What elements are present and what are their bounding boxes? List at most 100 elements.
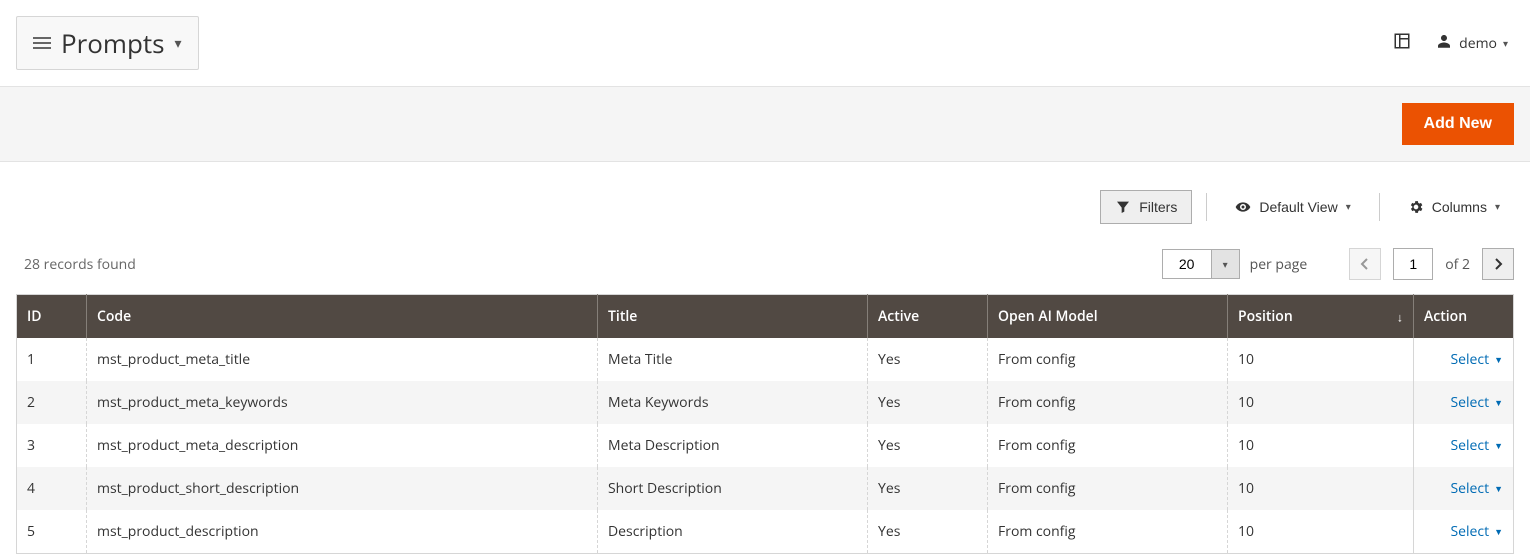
- prev-page-button[interactable]: [1349, 248, 1381, 280]
- page-size-wrap: ▾ per page: [1162, 249, 1338, 279]
- cell-title: Meta Title: [598, 338, 868, 381]
- cell-code: mst_product_meta_description: [87, 424, 598, 467]
- default-view-button[interactable]: Default View ▾: [1221, 191, 1364, 223]
- header-right: demo ▾: [1393, 32, 1508, 55]
- cell-position: 10: [1228, 424, 1414, 467]
- col-header-action: Action: [1414, 295, 1514, 339]
- cell-id: 5: [17, 510, 87, 554]
- cell-id: 3: [17, 424, 87, 467]
- cell-active: Yes: [868, 381, 988, 424]
- chevron-down-icon: ▾: [1495, 202, 1500, 213]
- user-icon: [1435, 32, 1453, 55]
- header-row: ID Code Title Active Open AI Model Posit…: [17, 295, 1514, 339]
- cell-model: From config: [988, 467, 1228, 510]
- cell-action: Select ▼: [1414, 510, 1514, 554]
- col-header-model[interactable]: Open AI Model: [988, 295, 1228, 339]
- table-row[interactable]: 4mst_product_short_descriptionShort Desc…: [17, 467, 1514, 510]
- eye-icon: [1235, 199, 1251, 215]
- page-size-input[interactable]: [1163, 250, 1211, 278]
- columns-button[interactable]: Columns ▾: [1394, 191, 1514, 223]
- cell-position: 10: [1228, 510, 1414, 554]
- layout-icon[interactable]: [1393, 32, 1411, 55]
- filters-button[interactable]: Filters: [1100, 190, 1192, 224]
- grid-toolbar: Filters Default View ▾ Columns ▾: [0, 162, 1530, 224]
- pager-group: ▾ per page of 2: [1162, 248, 1514, 280]
- user-menu[interactable]: demo ▾: [1435, 32, 1508, 55]
- chevron-left-icon: [1360, 258, 1370, 270]
- cell-active: Yes: [868, 510, 988, 554]
- col-header-position[interactable]: Position ↓: [1228, 295, 1414, 339]
- chevron-down-icon: ▾: [1346, 202, 1351, 213]
- cell-title: Meta Description: [598, 424, 868, 467]
- user-name: demo: [1459, 34, 1497, 53]
- cell-model: From config: [988, 424, 1228, 467]
- page-title: Prompts: [61, 25, 165, 61]
- funnel-icon: [1115, 199, 1131, 215]
- cell-position: 10: [1228, 381, 1414, 424]
- chevron-down-icon: ▾: [1503, 36, 1508, 50]
- divider: [1379, 193, 1380, 221]
- records-row: 28 records found ▾ per page of 2: [0, 224, 1530, 294]
- hamburger-icon: [33, 37, 51, 49]
- cell-id: 1: [17, 338, 87, 381]
- cell-title: Meta Keywords: [598, 381, 868, 424]
- table-row[interactable]: 5mst_product_descriptionDescriptionYesFr…: [17, 510, 1514, 554]
- cell-active: Yes: [868, 467, 988, 510]
- select-action[interactable]: Select ▼: [1450, 479, 1503, 498]
- records-count: 28 records found: [24, 255, 136, 274]
- chevron-down-icon: ▼: [1494, 439, 1503, 452]
- select-action[interactable]: Select ▼: [1450, 393, 1503, 412]
- table-row[interactable]: 3mst_product_meta_descriptionMeta Descri…: [17, 424, 1514, 467]
- cell-position: 10: [1228, 467, 1414, 510]
- select-action[interactable]: Select ▼: [1450, 522, 1503, 541]
- chevron-down-icon: ▼: [1494, 396, 1503, 409]
- cell-code: mst_product_short_description: [87, 467, 598, 510]
- data-grid: ID Code Title Active Open AI Model Posit…: [16, 294, 1514, 554]
- sort-arrow-icon: ↓: [1397, 308, 1403, 325]
- page-title-dropdown[interactable]: Prompts ▾: [16, 16, 199, 70]
- cell-code: mst_product_meta_title: [87, 338, 598, 381]
- cell-active: Yes: [868, 338, 988, 381]
- chevron-down-icon[interactable]: ▾: [1211, 250, 1239, 278]
- col-header-active[interactable]: Active: [868, 295, 988, 339]
- page-header: Prompts ▾ demo ▾: [0, 0, 1530, 86]
- divider: [1206, 193, 1207, 221]
- columns-label: Columns: [1432, 199, 1487, 215]
- filters-label: Filters: [1139, 199, 1177, 215]
- cell-position: 10: [1228, 338, 1414, 381]
- select-action[interactable]: Select ▼: [1450, 436, 1503, 455]
- cell-action: Select ▼: [1414, 338, 1514, 381]
- col-header-code[interactable]: Code: [87, 295, 598, 339]
- chevron-down-icon: ▼: [1494, 482, 1503, 495]
- table-row[interactable]: 2mst_product_meta_keywordsMeta KeywordsY…: [17, 381, 1514, 424]
- cell-code: mst_product_description: [87, 510, 598, 554]
- add-new-button[interactable]: Add New: [1402, 103, 1514, 145]
- cell-title: Description: [598, 510, 868, 554]
- grid-wrap: ID Code Title Active Open AI Model Posit…: [0, 294, 1530, 554]
- cell-id: 2: [17, 381, 87, 424]
- col-header-id[interactable]: ID: [17, 295, 87, 339]
- cell-action: Select ▼: [1414, 381, 1514, 424]
- chevron-down-icon: ▼: [1494, 353, 1503, 366]
- cell-code: mst_product_meta_keywords: [87, 381, 598, 424]
- next-page-button[interactable]: [1482, 248, 1514, 280]
- page-total: of 2: [1445, 255, 1470, 274]
- select-action[interactable]: Select ▼: [1450, 350, 1503, 369]
- page-size-dropdown[interactable]: ▾: [1162, 249, 1240, 279]
- cell-action: Select ▼: [1414, 424, 1514, 467]
- chevron-right-icon: [1493, 258, 1503, 270]
- table-row[interactable]: 1mst_product_meta_titleMeta TitleYesFrom…: [17, 338, 1514, 381]
- cell-id: 4: [17, 467, 87, 510]
- cell-title: Short Description: [598, 467, 868, 510]
- cell-action: Select ▼: [1414, 467, 1514, 510]
- actions-bar: Add New: [0, 86, 1530, 162]
- cell-model: From config: [988, 338, 1228, 381]
- cell-model: From config: [988, 510, 1228, 554]
- col-header-title[interactable]: Title: [598, 295, 868, 339]
- cell-model: From config: [988, 381, 1228, 424]
- per-page-label: per page: [1250, 255, 1308, 274]
- current-page-input[interactable]: [1393, 248, 1433, 280]
- default-view-label: Default View: [1259, 199, 1337, 215]
- chevron-down-icon: ▾: [175, 34, 182, 53]
- gear-icon: [1408, 199, 1424, 215]
